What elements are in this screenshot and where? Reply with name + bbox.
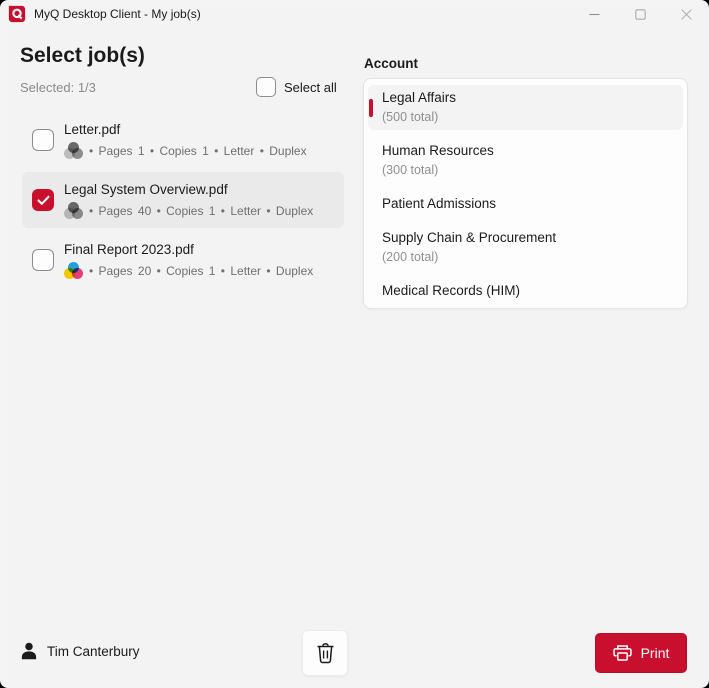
account-total: (300 total) — [382, 161, 669, 179]
job-row-legal-system-overview[interactable]: Legal System Overview.pdf • Pages 40 • C… — [22, 172, 344, 228]
account-item-human-resources[interactable]: Human Resources (300 total) — [368, 138, 683, 183]
page-title: Select job(s) — [20, 44, 145, 68]
account-name: Supply Chain & Procurement — [382, 229, 669, 247]
account-item-legal-affairs[interactable]: Legal Affairs (500 total) — [368, 85, 683, 130]
myq-logo-icon — [8, 5, 26, 23]
job-title: Letter.pdf — [64, 121, 307, 139]
select-all[interactable]: Select all — [256, 77, 337, 97]
account-name: Human Resources — [382, 142, 669, 160]
app-window: MyQ Desktop Client - My job(s) Select jo… — [0, 0, 709, 688]
job-row-letter[interactable]: Letter.pdf • Pages 1 • Copies 1 • Letter… — [22, 112, 344, 168]
selected-indicator — [369, 99, 373, 117]
account-item-supply-chain[interactable]: Supply Chain & Procurement (200 total) — [368, 225, 683, 270]
job-checkbox-checked[interactable] — [32, 189, 54, 211]
user-name: Tim Canterbury — [47, 644, 140, 659]
close-button[interactable] — [663, 0, 709, 28]
account-item-patient-admissions[interactable]: Patient Admissions — [368, 191, 683, 217]
account-item-medical-records[interactable]: Medical Records (HIM) — [368, 278, 683, 304]
minimize-icon — [589, 9, 600, 20]
maximize-button[interactable] — [617, 0, 663, 28]
trash-icon — [316, 643, 335, 664]
job-title: Legal System Overview.pdf — [64, 181, 313, 199]
job-checkbox[interactable] — [32, 249, 54, 271]
selected-count: Selected: 1/3 — [20, 80, 96, 95]
printer-icon — [613, 644, 632, 662]
grayscale-print-icon — [64, 142, 83, 159]
account-list: Legal Affairs (500 total) Human Resource… — [363, 78, 688, 309]
maximize-icon — [635, 9, 646, 20]
account-name: Legal Affairs — [382, 89, 669, 107]
job-list: Letter.pdf • Pages 1 • Copies 1 • Letter… — [22, 112, 344, 288]
delete-job-button[interactable] — [302, 630, 348, 676]
job-meta-text: • Pages 40 • Copies 1 • Letter • Duplex — [89, 204, 313, 218]
job-meta-text: • Pages 1 • Copies 1 • Letter • Duplex — [89, 144, 307, 158]
print-button-label: Print — [641, 645, 670, 661]
title-bar[interactable]: MyQ Desktop Client - My job(s) — [0, 0, 709, 28]
account-name: Patient Admissions — [382, 195, 669, 213]
account-name: Medical Records (HIM) — [382, 282, 669, 300]
check-icon — [37, 195, 50, 206]
job-checkbox[interactable] — [32, 129, 54, 151]
grayscale-print-icon — [64, 202, 83, 219]
color-print-icon — [64, 262, 83, 279]
select-all-label: Select all — [284, 80, 337, 95]
job-title: Final Report 2023.pdf — [64, 241, 313, 259]
job-row-final-report[interactable]: Final Report 2023.pdf • Pages 20 • Copie… — [22, 232, 344, 288]
print-button[interactable]: Print — [595, 633, 687, 673]
close-icon — [681, 9, 692, 20]
account-total: (200 total) — [382, 248, 669, 266]
user-icon — [20, 641, 38, 661]
job-meta-text: • Pages 20 • Copies 1 • Letter • Duplex — [89, 264, 313, 278]
account-total: (500 total) — [382, 108, 669, 126]
window-title: MyQ Desktop Client - My job(s) — [34, 7, 201, 21]
account-heading: Account — [364, 56, 418, 71]
select-all-checkbox[interactable] — [256, 77, 276, 97]
minimize-button[interactable] — [571, 0, 617, 28]
current-user: Tim Canterbury — [20, 641, 140, 661]
